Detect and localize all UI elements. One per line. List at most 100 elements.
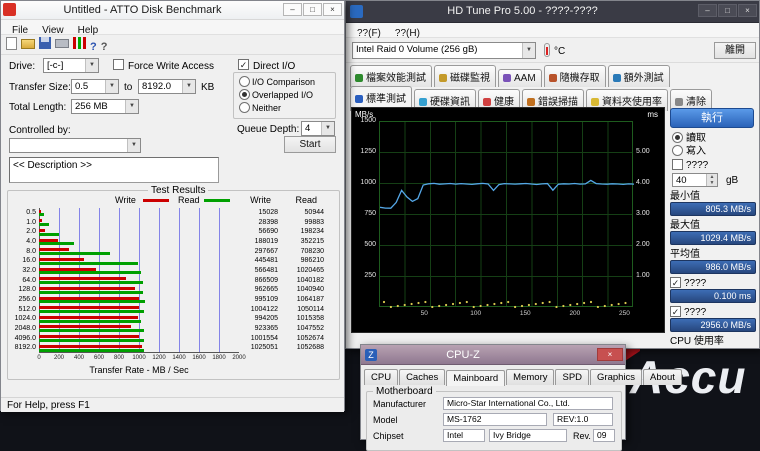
read-bar (39, 329, 144, 332)
atto-titlebar[interactable]: Untitled - ATTO Disk Benchmark – □ × (1, 1, 344, 20)
print-icon[interactable] (55, 39, 69, 48)
gb-label: gB (726, 175, 738, 186)
total-length-select[interactable]: 256 MB▼ (71, 99, 139, 114)
write-value: 188019 (226, 237, 278, 247)
maximize-icon[interactable]: □ (718, 4, 737, 17)
chevron-down-icon[interactable]: ▼ (125, 100, 138, 113)
cpuz-tab-graphics[interactable]: Graphics (590, 369, 642, 385)
access-time-dot (507, 301, 509, 303)
read-bar (39, 349, 144, 352)
cpuz-tab-about[interactable]: About (643, 369, 682, 385)
transfer-size-tick: 512.0 (8, 305, 36, 315)
open-folder-icon[interactable] (21, 39, 35, 49)
minimize-icon[interactable]: – (698, 4, 717, 17)
transfer-size-tick: 4.0 (8, 237, 36, 247)
queue-depth-label: Queue Depth: (237, 124, 299, 135)
to-label: to (124, 82, 132, 93)
block-checkbox[interactable] (672, 159, 683, 170)
chevron-down-icon[interactable]: ▼ (105, 80, 118, 93)
cpuz-tab-caches[interactable]: Caches (399, 369, 445, 385)
force-write-checkbox[interactable] (113, 59, 124, 70)
about-icon[interactable] (101, 37, 108, 55)
burst-rate-checkbox[interactable] (670, 306, 681, 317)
hdtune-menubar: ??(F)??(H) (346, 23, 759, 38)
spinner-icon[interactable]: ▲▼ (706, 174, 717, 186)
atto-result-row: 128.09626651040940 (8, 285, 336, 295)
transfer-size-tick: 64.0 (8, 276, 36, 286)
write-bar (39, 297, 139, 300)
cpuz-tab-mainboard[interactable]: Mainboard (446, 370, 505, 386)
io-comparison-radio[interactable] (239, 76, 250, 87)
transfer-to-select[interactable]: 8192.0▼ (138, 79, 196, 94)
drive-select[interactable]: [-c-]▼ (43, 58, 99, 73)
cpuz-tab-memory[interactable]: Memory (506, 369, 554, 385)
legend-read-label: Read (178, 195, 200, 206)
close-icon[interactable]: × (323, 3, 342, 16)
access-time-dot (424, 301, 426, 303)
x-tick: 800 (109, 355, 129, 361)
cpu-usage-label: CPU 使用率 (670, 336, 724, 347)
write-radio[interactable] (672, 145, 683, 156)
transfer-size-tick: 2.0 (8, 227, 36, 237)
save-icon[interactable] (39, 37, 51, 49)
access-time-dot (390, 306, 392, 308)
status-text: For Help, press F1 (7, 400, 90, 411)
read-radio[interactable] (672, 132, 683, 143)
tab-label: 額外測試 (624, 73, 664, 84)
x-tick: 600 (89, 355, 109, 361)
transfer-size-tick: 32.0 (8, 266, 36, 276)
access-time-dot (438, 305, 440, 307)
access-time-checkbox[interactable] (670, 277, 681, 288)
start-button[interactable]: Start (284, 136, 336, 153)
cpuz-tab-spd[interactable]: SPD (555, 369, 589, 385)
new-file-icon[interactable] (6, 37, 17, 50)
overlapped-io-radio[interactable] (239, 89, 250, 100)
neither-radio[interactable] (239, 102, 250, 113)
read-value: 1020465 (274, 266, 324, 276)
block-size-stepper[interactable]: 40▲▼ (672, 173, 718, 187)
benchmark-icon[interactable] (73, 37, 86, 49)
tab-label: 標準測試 (366, 94, 406, 105)
x-tick: 1400 (169, 355, 189, 361)
chevron-down-icon[interactable]: ▼ (321, 122, 334, 135)
y-tick: 1000 (352, 179, 376, 186)
access-time-dot (624, 302, 626, 304)
read-bar (39, 271, 141, 274)
write-value: 994205 (226, 314, 278, 324)
context-help-icon[interactable] (90, 37, 97, 55)
write-value: 1025051 (226, 343, 278, 353)
write-bar (39, 287, 135, 290)
exit-button[interactable]: 離開 (714, 42, 756, 59)
controlled-by-select[interactable]: ▼ (9, 138, 141, 153)
cpuz-titlebar[interactable]: Z CPU-Z × (361, 345, 625, 365)
cpuz-tab-cpu[interactable]: CPU (364, 369, 398, 385)
direct-io-label: Direct I/O (253, 61, 295, 72)
chevron-down-icon[interactable]: ▼ (522, 43, 535, 58)
tab-label: 清除 (686, 97, 706, 108)
write-bar (39, 258, 84, 261)
queue-depth-select[interactable]: 4▼ (301, 121, 335, 136)
burst-rate-value: 2956.0 MB/s (670, 318, 756, 332)
maximize-icon[interactable]: □ (303, 3, 322, 16)
hdtune-titlebar[interactable]: HD Tune Pro 5.00 - ????-???? – □ × (346, 1, 759, 23)
chevron-down-icon[interactable]: ▼ (182, 80, 195, 93)
chevron-down-icon[interactable]: ▼ (127, 139, 140, 152)
run-button[interactable]: 執行 (670, 108, 754, 128)
minimize-icon[interactable]: – (283, 3, 302, 16)
close-icon[interactable]: × (738, 4, 757, 17)
description-field[interactable]: << Description >> (9, 157, 219, 183)
cpuz-tabrow: CPUCachesMainboardMemorySPDGraphicsAbout (363, 367, 623, 385)
health-icon (483, 98, 491, 106)
drive-select[interactable]: Intel Raid 0 Volume (256 gB)▼ (352, 42, 536, 59)
chipset-vendor-field: Intel (443, 429, 485, 442)
read-value: 986210 (274, 256, 324, 266)
direct-io-checkbox[interactable] (238, 59, 249, 70)
chevron-down-icon[interactable]: ▼ (85, 59, 98, 72)
write-bar (39, 268, 96, 271)
transfer-size-tick: 1.0 (8, 218, 36, 228)
ms-tick: 1.00 (636, 272, 664, 279)
access-time-dot (604, 305, 606, 307)
transfer-from-select[interactable]: 0.5▼ (71, 79, 119, 94)
close-icon[interactable]: × (597, 348, 623, 361)
write-column-header: Write (225, 195, 271, 206)
